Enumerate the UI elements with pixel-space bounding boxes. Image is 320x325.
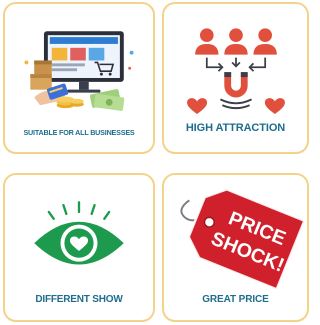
card-label: HIGH ATTRACTION <box>185 122 286 134</box>
feature-card-high-attraction: HIGH ATTRACTION <box>162 2 309 154</box>
feature-card-great-price: PRICE SHOCK! GREAT PRICE <box>162 173 309 322</box>
feature-card-different-show: DIFFERENT SHOW <box>3 173 155 322</box>
card-label: DIFFERENT SHOW <box>35 294 123 305</box>
card-label: SUITABLE FOR ALL BUSINESSES <box>23 128 135 137</box>
features-grid: SUITABLE FOR ALL BUSINESSES HIGH ATTRACT… <box>0 0 310 325</box>
card-label: GREAT PRICE <box>202 294 269 305</box>
feature-card-suitable-businesses: SUITABLE FOR ALL BUSINESSES <box>3 2 155 154</box>
